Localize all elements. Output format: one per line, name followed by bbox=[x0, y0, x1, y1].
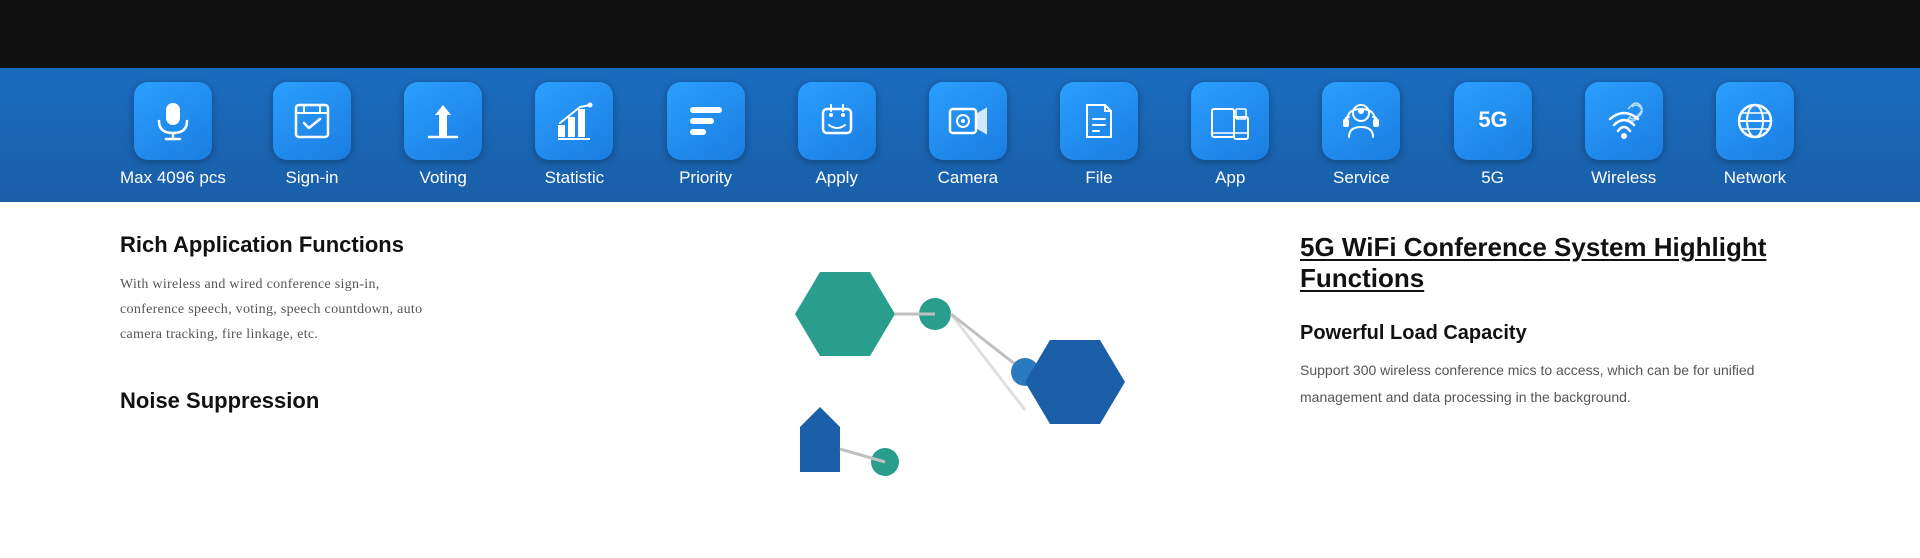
apply-icon-box bbox=[798, 82, 876, 160]
toolbar-item-service[interactable]: Service bbox=[1316, 82, 1406, 188]
network-icon-box bbox=[1716, 82, 1794, 160]
toolbar-item-signin[interactable]: Sign-in bbox=[267, 82, 357, 188]
apply-icon bbox=[815, 99, 859, 143]
service-label: Service bbox=[1333, 168, 1390, 188]
hexagon-graphic bbox=[740, 252, 1160, 512]
signin-label: Sign-in bbox=[286, 168, 339, 188]
mic-icon-box bbox=[134, 82, 212, 160]
toolbar-item-app[interactable]: App bbox=[1185, 82, 1275, 188]
app-icon-box bbox=[1191, 82, 1269, 160]
priority-label: Priority bbox=[679, 168, 732, 188]
5g-icon: 5G bbox=[1471, 99, 1515, 143]
toolbar-item-file[interactable]: File bbox=[1054, 82, 1144, 188]
service-icon-box bbox=[1322, 82, 1400, 160]
app-label: App bbox=[1215, 168, 1245, 188]
wireless-icon bbox=[1602, 99, 1646, 143]
apply-label: Apply bbox=[815, 168, 858, 188]
network-icon bbox=[1733, 99, 1777, 143]
svg-text:5G: 5G bbox=[1478, 107, 1507, 132]
toolbar-item-network[interactable]: Network bbox=[1710, 82, 1800, 188]
statistic-icon-box bbox=[535, 82, 613, 160]
camera-icon-box bbox=[929, 82, 1007, 160]
statistic-icon bbox=[552, 99, 596, 143]
toolbar-item-wireless[interactable]: Wireless bbox=[1579, 82, 1669, 188]
5g-label: 5G bbox=[1481, 168, 1504, 188]
voting-icon bbox=[421, 99, 465, 143]
voting-icon-box bbox=[404, 82, 482, 160]
file-icon-box bbox=[1060, 82, 1138, 160]
app-icon bbox=[1208, 99, 1252, 143]
toolbar-item-camera[interactable]: Camera bbox=[923, 82, 1013, 188]
toolbar-item-max4096[interactable]: Max 4096 pcs bbox=[120, 82, 226, 188]
toolbar-item-apply[interactable]: Apply bbox=[792, 82, 882, 188]
toolbar-item-statistic[interactable]: Statistic bbox=[529, 82, 619, 188]
powerful-load-body: Support 300 wireless conference mics to … bbox=[1300, 357, 1780, 410]
network-label: Network bbox=[1724, 168, 1786, 188]
powerful-load-title: Powerful Load Capacity bbox=[1300, 322, 1800, 345]
toolbar-item-voting[interactable]: Voting bbox=[398, 82, 488, 188]
priority-icon bbox=[684, 99, 728, 143]
highlight-functions-title: 5G WiFi Conference System Highlight Func… bbox=[1300, 232, 1800, 294]
max4096-label: Max 4096 pcs bbox=[120, 168, 226, 188]
middle-graphic bbox=[640, 232, 1260, 532]
right-content: 5G WiFi Conference System Highlight Func… bbox=[1260, 232, 1800, 532]
content-section: Rich Application Functions With wireless… bbox=[0, 202, 1920, 552]
statistic-label: Statistic bbox=[545, 168, 605, 188]
left-content: Rich Application Functions With wireless… bbox=[120, 232, 640, 532]
top-black-bar bbox=[0, 0, 1920, 68]
service-icon bbox=[1339, 99, 1383, 143]
noise-suppression-title: Noise Suppression bbox=[120, 388, 640, 414]
voting-label: Voting bbox=[420, 168, 467, 188]
rich-application-title: Rich Application Functions bbox=[120, 232, 640, 258]
toolbar-item-5g[interactable]: 5G 5G bbox=[1448, 82, 1538, 188]
file-label: File bbox=[1085, 168, 1112, 188]
priority-icon-box bbox=[667, 82, 745, 160]
wireless-icon-box bbox=[1585, 82, 1663, 160]
file-icon bbox=[1077, 99, 1121, 143]
toolbar-item-priority[interactable]: Priority bbox=[661, 82, 751, 188]
signin-icon bbox=[290, 99, 334, 143]
5g-icon-box: 5G bbox=[1454, 82, 1532, 160]
signin-icon-box bbox=[273, 82, 351, 160]
camera-icon bbox=[946, 99, 990, 143]
wireless-label: Wireless bbox=[1591, 168, 1656, 188]
mic-icon bbox=[151, 99, 195, 143]
icon-toolbar: Max 4096 pcs Sign-in Voting bbox=[0, 68, 1920, 202]
camera-label: Camera bbox=[938, 168, 998, 188]
rich-application-body: With wireless and wired conference sign-… bbox=[120, 272, 440, 348]
